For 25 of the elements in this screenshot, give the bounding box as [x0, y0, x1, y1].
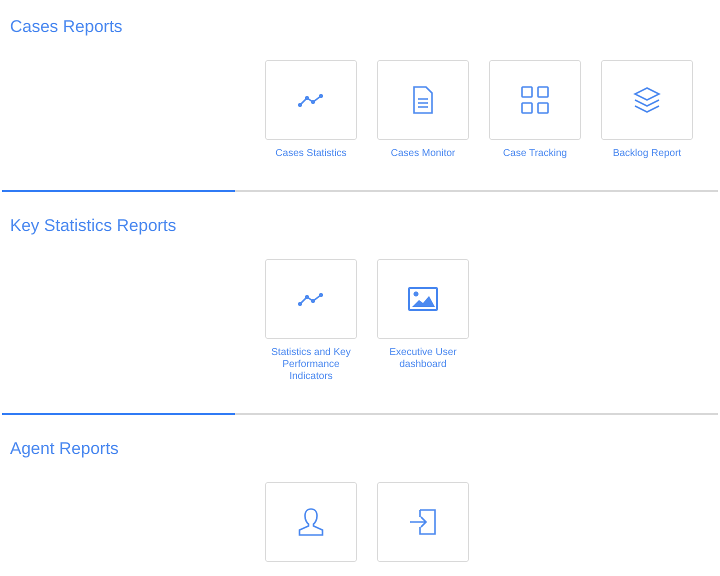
report-link[interactable]: Backlog Report [612, 148, 682, 160]
report-link[interactable]: Executive User dashboard [377, 347, 469, 371]
section-title: Cases Reports [10, 17, 122, 37]
line-chart-icon [297, 92, 325, 108]
user-icon [296, 507, 326, 537]
report-tile[interactable] [377, 259, 469, 339]
report-tile[interactable] [377, 482, 469, 562]
grid-icon [521, 86, 549, 114]
section-title: Key Statistics Reports [10, 216, 176, 236]
report-link[interactable]: Case Tracking [503, 148, 567, 160]
section-title: Agent Reports [10, 439, 119, 459]
report-tile[interactable] [265, 60, 357, 140]
report-tile[interactable] [265, 259, 357, 339]
report-tile[interactable] [489, 60, 581, 140]
report-link[interactable]: Cases Monitor [390, 148, 456, 160]
line-chart-icon [297, 291, 325, 307]
sign-in-icon [408, 507, 438, 537]
layers-icon [633, 86, 661, 114]
report-tile[interactable] [377, 60, 469, 140]
document-icon [412, 86, 434, 114]
report-link[interactable]: Statistics and Key Performance Indicators [265, 347, 357, 383]
report-tile[interactable] [601, 60, 693, 140]
report-link[interactable]: Cases Statistics [275, 148, 347, 160]
report-tile[interactable] [265, 482, 357, 562]
image-icon [408, 287, 438, 311]
